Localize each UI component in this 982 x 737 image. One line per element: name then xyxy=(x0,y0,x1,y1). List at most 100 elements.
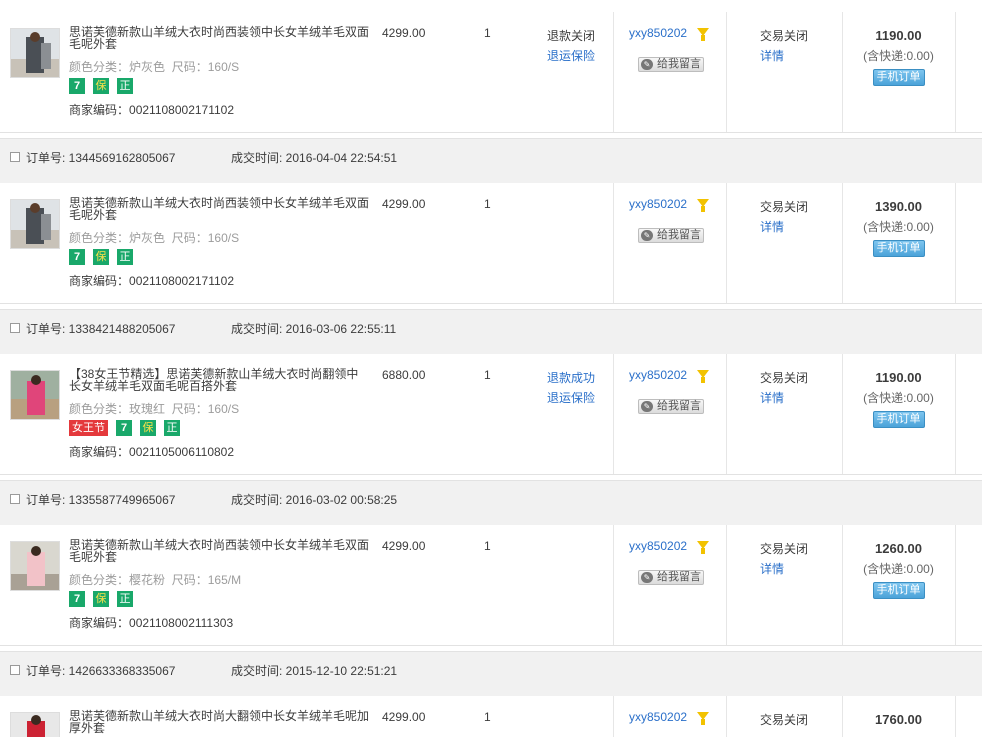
buyer-name-link[interactable]: yxy850202 xyxy=(629,710,687,724)
order-id: 订单号: 1338421488205067 xyxy=(26,322,176,336)
flag-icon[interactable] xyxy=(697,541,709,554)
unit-price: 4299.00 xyxy=(382,710,426,724)
return-insurance-link[interactable]: 退运保险 xyxy=(547,388,595,408)
genuine-icon[interactable]: 正 xyxy=(117,591,133,607)
seven-day-return-icon[interactable]: 7 xyxy=(69,249,85,265)
leave-message-button[interactable]: ✎ 给我留言 xyxy=(638,570,704,585)
flag-icon[interactable] xyxy=(697,712,709,725)
buyer-name-link[interactable]: yxy850202 xyxy=(629,197,687,211)
divider xyxy=(726,12,727,132)
unit-price: 4299.00 xyxy=(382,26,426,40)
unit-price: 6880.00 xyxy=(382,368,426,382)
service-badges: 7 保 正 xyxy=(69,591,133,607)
details-link[interactable]: 详情 xyxy=(760,217,808,237)
product-thumbnail[interactable] xyxy=(10,28,60,78)
order-checkbox[interactable] xyxy=(10,152,20,162)
shipping-note: (含快递:0.00) xyxy=(863,220,934,234)
trade-status-cell: 交易关闭 详情 xyxy=(760,539,808,579)
product-sku: 颜色分类：樱花粉 尺码：165/M xyxy=(69,573,242,587)
order-row: 思诺芙德新款山羊绒大衣时尚西装领中长女羊绒羊毛双面毛呢外套 颜色分类：樱花粉 尺… xyxy=(0,525,982,646)
product-title-link[interactable]: 【38女王节精选】思诺芙德新款山羊绒大衣时尚翻领中长女羊绒羊毛双面毛呢百搭外套 xyxy=(69,368,369,392)
product-thumbnail[interactable] xyxy=(10,199,60,249)
flag-icon[interactable] xyxy=(697,199,709,212)
details-link[interactable]: 详情 xyxy=(760,46,808,66)
seven-day-return-icon[interactable]: 7 xyxy=(69,78,85,94)
order-id: 订单号: 1335587749965067 xyxy=(26,493,176,507)
refund-status-link[interactable]: 退款成功 xyxy=(547,368,595,388)
service-badges: 7 保 正 xyxy=(69,78,133,94)
mobile-order-badge[interactable]: 手机订单 xyxy=(872,411,925,428)
divider xyxy=(613,183,614,303)
buyer-name-link[interactable]: yxy850202 xyxy=(629,368,687,382)
leave-message-button[interactable]: ✎ 给我留言 xyxy=(638,228,704,243)
product-thumbnail[interactable] xyxy=(10,712,60,737)
order-header: 订单号: 1426633368335067 成交时间: 2015-12-10 2… xyxy=(0,651,982,697)
buyer-name-link[interactable]: yxy850202 xyxy=(629,26,687,40)
details-link[interactable]: 详情 xyxy=(760,559,808,579)
mobile-order-badge[interactable]: 手机订单 xyxy=(872,69,925,86)
divider xyxy=(613,696,614,737)
guarantee-icon[interactable]: 保 xyxy=(93,78,109,94)
genuine-icon[interactable]: 正 xyxy=(117,249,133,265)
message-icon: ✎ xyxy=(641,230,653,241)
return-insurance-link[interactable]: 退运保险 xyxy=(547,46,595,66)
message-icon: ✎ xyxy=(641,401,653,412)
product-title-link[interactable]: 思诺芙德新款山羊绒大衣时尚西装领中长女羊绒羊毛双面毛呢外套 xyxy=(69,26,369,50)
guarantee-icon[interactable]: 保 xyxy=(93,591,109,607)
flag-icon[interactable] xyxy=(697,28,709,41)
order-time: 成交时间: 2016-03-06 22:55:11 xyxy=(231,322,397,336)
mobile-order-badge[interactable]: 手机订单 xyxy=(872,240,925,257)
leave-message-button[interactable]: ✎ 给我留言 xyxy=(638,57,704,72)
product-title-link[interactable]: 思诺芙德新款山羊绒大衣时尚西装领中长女羊绒羊毛双面毛呢外套 xyxy=(69,539,369,563)
order-row: 思诺芙德新款山羊绒大衣时尚西装领中长女羊绒羊毛双面毛呢外套 颜色分类：炉灰色 尺… xyxy=(0,183,982,304)
divider xyxy=(613,12,614,132)
quantity: 1 xyxy=(484,539,491,553)
seven-day-return-icon[interactable]: 7 xyxy=(69,591,85,607)
service-badges: 女王节 7 保 正 xyxy=(69,420,180,436)
unit-price: 4299.00 xyxy=(382,539,426,553)
genuine-icon[interactable]: 正 xyxy=(164,420,180,436)
order-checkbox[interactable] xyxy=(10,323,20,333)
trade-status-cell: 交易关闭 详情 xyxy=(760,26,808,66)
shipping-note: (含快递:0.00) xyxy=(863,562,934,576)
merchant-code: 商家编码：0021108002171102 xyxy=(69,274,235,288)
order-header: 订单号: 1338421488205067 成交时间: 2016-03-06 2… xyxy=(0,309,982,355)
order-time: 成交时间: 2016-03-02 00:58:25 xyxy=(231,493,398,507)
quantity: 1 xyxy=(484,710,491,724)
total-cell: 1260.00 (含快递:0.00) 手机订单 xyxy=(842,539,955,599)
divider xyxy=(955,696,956,737)
order-time: 成交时间: 2015-12-10 22:51:21 xyxy=(231,664,398,678)
seven-day-return-icon[interactable]: 7 xyxy=(116,420,132,436)
product-sku: 颜色分类：炉灰色 尺码：160/S xyxy=(69,231,240,245)
product-sku: 颜色分类：炉灰色 尺码：160/S xyxy=(69,60,240,74)
details-link[interactable]: 详情 xyxy=(760,388,808,408)
order-checkbox[interactable] xyxy=(10,665,20,675)
order-row: 思诺芙德新款山羊绒大衣时尚西装领中长女羊绒羊毛双面毛呢外套 颜色分类：炉灰色 尺… xyxy=(0,12,982,133)
guarantee-icon[interactable]: 保 xyxy=(93,249,109,265)
trade-status: 交易关闭 xyxy=(760,29,809,43)
product-thumbnail[interactable] xyxy=(10,541,60,591)
divider xyxy=(726,696,727,737)
total-amount: 1390.00 xyxy=(875,199,922,214)
genuine-icon[interactable]: 正 xyxy=(117,78,133,94)
leave-message-button[interactable]: ✎ 给我留言 xyxy=(638,399,704,414)
product-title-link[interactable]: 思诺芙德新款山羊绒大衣时尚大翻领中长女羊绒羊毛呢加厚外套 xyxy=(69,710,369,734)
quantity: 1 xyxy=(484,368,491,382)
trade-status-cell: 交易关闭 详情 xyxy=(760,197,808,237)
product-thumbnail[interactable] xyxy=(10,370,60,420)
shipping-note: (含快递:0.00) xyxy=(863,391,934,405)
shipping-note: (含快递:0.00) xyxy=(863,49,934,63)
order-checkbox[interactable] xyxy=(10,494,20,504)
quantity: 1 xyxy=(484,26,491,40)
order-row: 【38女王节精选】思诺芙德新款山羊绒大衣时尚翻领中长女羊绒羊毛双面毛呢百搭外套 … xyxy=(0,354,982,475)
buyer-name-link[interactable]: yxy850202 xyxy=(629,539,687,553)
flag-icon[interactable] xyxy=(697,370,709,383)
total-cell: 1760.00 xyxy=(842,710,955,730)
trade-status: 交易关闭 xyxy=(760,371,809,385)
mobile-order-badge[interactable]: 手机订单 xyxy=(872,582,925,599)
womens-day-badge[interactable]: 女王节 xyxy=(69,420,108,436)
product-title-link[interactable]: 思诺芙德新款山羊绒大衣时尚西装领中长女羊绒羊毛双面毛呢外套 xyxy=(69,197,369,221)
order-id: 订单号: 1344569162805067 xyxy=(26,151,176,165)
divider xyxy=(955,525,956,645)
guarantee-icon[interactable]: 保 xyxy=(140,420,156,436)
